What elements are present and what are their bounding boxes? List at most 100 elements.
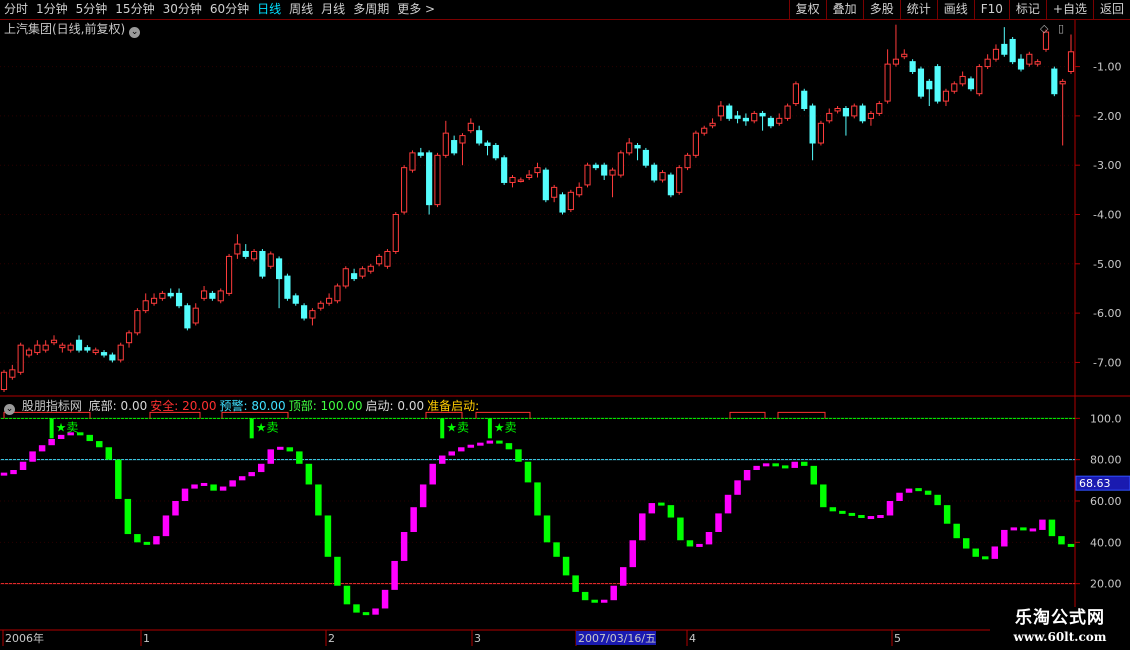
candle-body — [734, 115, 741, 119]
candle-body — [476, 130, 483, 144]
candle-body — [309, 310, 316, 319]
window-toggle-icon[interactable]: ▯ — [1058, 22, 1064, 35]
candle-body — [167, 292, 174, 297]
indicator-rise-bar — [867, 516, 875, 520]
candle-body — [926, 80, 933, 90]
indicator-fall-bar — [858, 515, 865, 518]
indicator-fall-bar — [362, 612, 370, 616]
indicator-rise-bar — [791, 461, 798, 468]
candle-body — [392, 214, 399, 252]
candle-body — [959, 75, 966, 85]
indicator-rise-bar — [381, 589, 389, 609]
candle-body — [134, 310, 141, 334]
indicator-item-0: 底部: 0.00 — [88, 399, 148, 413]
indicator-rise-bar — [896, 492, 903, 501]
candle-body — [259, 250, 266, 277]
candle-body — [942, 90, 950, 102]
candle-body — [67, 344, 74, 351]
candle-body — [717, 105, 724, 117]
indicator-rise-bar — [743, 470, 751, 481]
candle-body — [542, 169, 549, 201]
candle-body — [851, 105, 858, 117]
indicator-rise-bar — [715, 513, 722, 532]
candle-body — [292, 295, 299, 304]
indicator-fall-bar — [496, 440, 503, 444]
indicator-rise-bar — [762, 463, 770, 467]
indicator-rise-bar — [10, 470, 17, 475]
indicator-fall-bar — [334, 556, 341, 586]
price-tick-label: -2.00 — [1093, 110, 1121, 123]
indicator-fall-bar — [839, 510, 846, 514]
indicator-rise-bar — [648, 503, 656, 514]
candle-body — [442, 132, 449, 156]
indicator-rise-bar — [153, 536, 160, 545]
candle-body — [509, 177, 516, 183]
date-tick-label: 1 — [143, 632, 150, 645]
candle-body — [709, 122, 716, 127]
indicator-fall-bar — [677, 517, 684, 541]
candle-body — [492, 144, 499, 159]
date-tick-label: 3 — [474, 632, 481, 645]
candle-body — [17, 344, 24, 373]
candle-body — [659, 172, 666, 181]
candle-body — [584, 164, 591, 186]
indicator-fall-bar — [553, 542, 560, 557]
signal-marker-box — [777, 411, 826, 419]
candle-body — [976, 66, 983, 95]
candle-body — [184, 305, 191, 329]
indicator-fall-bar — [210, 484, 217, 491]
indicator-rise-bar — [191, 484, 198, 489]
candle-body — [567, 191, 574, 211]
candle-body — [684, 154, 691, 169]
candle-body — [917, 68, 925, 97]
candle-body — [75, 339, 83, 351]
candle-body — [417, 152, 424, 156]
candle-body — [801, 90, 808, 109]
indicator-rise-bar — [438, 455, 446, 464]
candle-body — [1001, 43, 1008, 55]
candle-body — [726, 105, 733, 119]
diamond-icon[interactable]: ◇ — [1040, 22, 1048, 35]
indicator-rise-bar — [905, 488, 913, 493]
candle-body — [225, 255, 233, 294]
indicator-fall-bar — [105, 447, 113, 460]
indicator-rise-bar — [600, 599, 608, 603]
indicator-fall-bar — [934, 494, 941, 506]
candle-body — [876, 103, 883, 114]
main-chart-title: 上汽集团(日线,前复权) ⌄ — [4, 21, 141, 38]
indicator-fall-bar — [353, 604, 360, 613]
indicator-fall-bar — [801, 461, 808, 466]
indicator-tick-label: 100.0 — [1090, 412, 1122, 425]
indicator-rise-bar — [724, 494, 732, 514]
candle-body — [267, 253, 274, 267]
indicator-rise-bar — [1010, 527, 1018, 531]
candle-body — [376, 255, 383, 265]
indicator-rise-bar — [400, 532, 408, 561]
candle-body — [826, 112, 833, 122]
chevron-down-icon[interactable]: ⌄ — [129, 27, 141, 38]
indicator-fall-bar — [115, 459, 122, 499]
indicator-fall-bar — [972, 548, 979, 557]
indicator-name: 股朋指标网 — [21, 399, 82, 413]
date-tick-label: 4 — [689, 632, 696, 645]
indicator-rise-bar — [19, 461, 27, 470]
candle-body — [759, 112, 766, 117]
candle-body — [892, 58, 900, 65]
candle-body — [359, 268, 366, 277]
candle-body — [284, 275, 291, 299]
candle-body — [784, 105, 791, 119]
indicator-rise-bar — [257, 463, 265, 473]
candle-body — [834, 107, 841, 112]
candle-body — [175, 292, 183, 307]
candle-body — [34, 344, 41, 354]
candle-body — [301, 305, 308, 319]
candle-body — [984, 58, 991, 68]
candle-body — [109, 354, 116, 361]
candle-body — [676, 167, 683, 193]
price-tick-label: -1.00 — [1093, 61, 1121, 74]
candle-body — [601, 164, 608, 176]
candle-body — [992, 48, 1000, 60]
indicator-rise-bar — [877, 515, 884, 518]
chevron-down-icon[interactable]: ⌄ — [4, 404, 15, 415]
kline-chart[interactable]: -1.00 -2.00 -3.00 -4.00 -5.00 -6.00 -7.00 100.0… — [0, 0, 1130, 650]
